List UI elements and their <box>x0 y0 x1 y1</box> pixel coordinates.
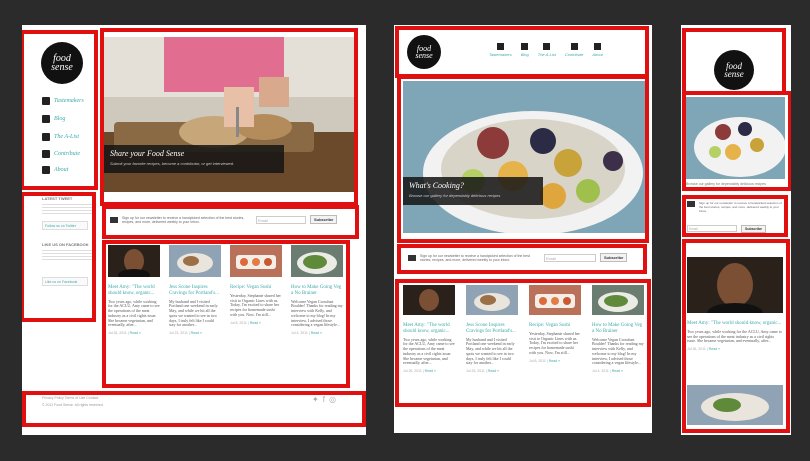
highlight-box <box>682 91 791 191</box>
highlight-box <box>22 30 98 190</box>
mobile-layout: food sense Browse our gallery for dependa… <box>681 25 791 435</box>
highlight-box <box>682 28 786 95</box>
highlight-box <box>102 240 350 388</box>
desktop-layout: food sense Tastemakers Blog The A-List Co… <box>22 25 366 435</box>
highlight-box <box>100 28 358 206</box>
highlight-box <box>682 195 788 237</box>
highlight-box <box>397 75 649 243</box>
highlight-box <box>397 244 647 274</box>
highlight-box <box>395 279 651 407</box>
highlight-box <box>22 192 96 322</box>
highlight-box <box>102 205 359 239</box>
tablet-layout: food sense Tastemakers Blog The A-List Co… <box>394 25 652 433</box>
highlight-box <box>22 391 366 427</box>
highlight-box <box>395 26 649 78</box>
highlight-box <box>682 239 790 433</box>
